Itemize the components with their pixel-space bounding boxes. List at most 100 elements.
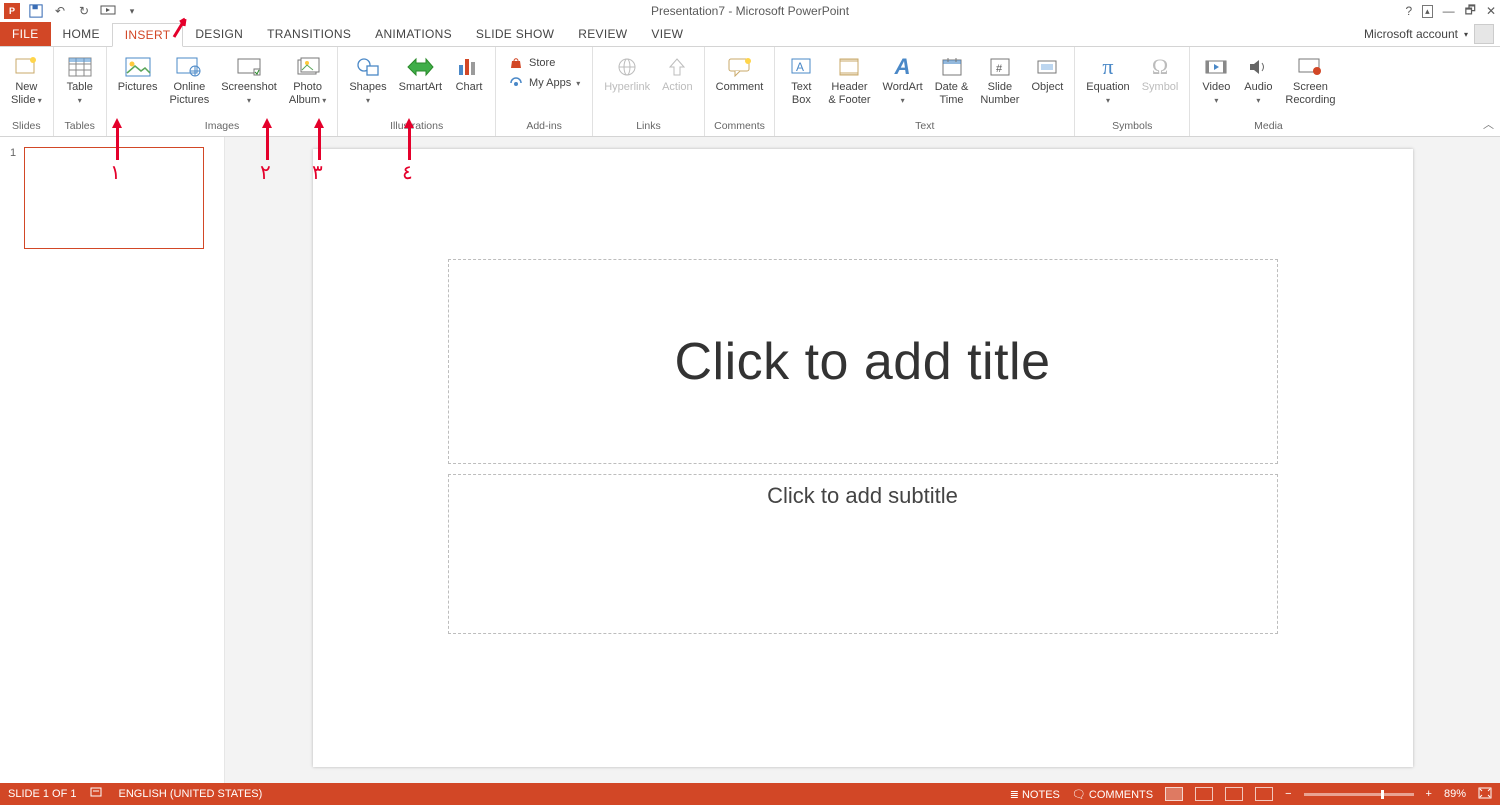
qat-customize-icon[interactable]: ▾ [124, 3, 140, 19]
audio-icon [1243, 53, 1273, 81]
header-footer-button[interactable]: Header & Footer [823, 51, 875, 120]
subtitle-placeholder[interactable]: Click to add subtitle [448, 474, 1278, 634]
slide[interactable]: Click to add title Click to add subtitle [313, 149, 1413, 767]
object-button[interactable]: Object [1026, 51, 1068, 120]
notes-button[interactable]: ≣ NOTES [1010, 788, 1060, 801]
tab-design[interactable]: DESIGN [183, 22, 255, 46]
audio-button[interactable]: Audio [1238, 51, 1278, 120]
powerpoint-logo-icon: P [4, 3, 20, 19]
zoom-in-icon[interactable]: + [1426, 788, 1432, 800]
restore-icon[interactable]: 🗗 [1465, 1, 1476, 22]
pictures-button[interactable]: Pictures [113, 51, 163, 120]
photo-album-button[interactable]: Photo Album [284, 51, 331, 120]
tab-slideshow[interactable]: SLIDE SHOW [464, 22, 566, 46]
video-button[interactable]: Video [1196, 51, 1236, 120]
close-icon[interactable]: ✕ [1486, 4, 1496, 18]
slide-thumbnail-panel: 1 [0, 137, 225, 783]
text-box-label: Text Box [791, 81, 811, 106]
text-box-button[interactable]: A Text Box [781, 51, 821, 120]
status-language[interactable]: ENGLISH (UNITED STATES) [118, 788, 262, 800]
tab-transitions[interactable]: TRANSITIONS [255, 22, 363, 46]
redo-icon[interactable]: ↻ [76, 3, 92, 19]
comments-button[interactable]: 🗨 COMMENTS [1072, 788, 1153, 801]
help-icon[interactable]: ? [1405, 4, 1412, 18]
group-links: Hyperlink Action Links [593, 47, 704, 136]
group-symbols-label: Symbols [1112, 120, 1152, 134]
table-button[interactable]: Table [60, 51, 100, 120]
video-icon [1201, 53, 1231, 81]
minimize-icon[interactable]: — [1443, 4, 1455, 18]
new-slide-icon [11, 53, 41, 81]
slide-thumbnail-1[interactable] [24, 147, 204, 249]
ribbon-display-options-icon[interactable]: ▴ [1422, 5, 1433, 18]
table-icon [65, 53, 95, 81]
slideshow-view-icon[interactable] [1255, 787, 1273, 801]
undo-icon[interactable]: ↶ [52, 3, 68, 19]
zoom-slider[interactable] [1304, 793, 1414, 796]
title-placeholder[interactable]: Click to add title [448, 259, 1278, 464]
ribbon-tabs: FILE HOME INSERT DESIGN TRANSITIONS ANIM… [0, 22, 1500, 47]
symbol-icon: Ω [1145, 53, 1175, 81]
equation-icon: π [1093, 53, 1123, 81]
zoom-out-icon[interactable]: − [1285, 788, 1291, 800]
action-button: Action [657, 51, 698, 120]
tab-review[interactable]: REVIEW [566, 22, 639, 46]
window-controls: ? ▴ — 🗗 ✕ [1405, 1, 1496, 22]
my-apps-button[interactable]: My Apps ▾ [508, 75, 580, 91]
online-pictures-label: Online Pictures [169, 81, 209, 106]
slide-number-button[interactable]: # Slide Number [975, 51, 1024, 120]
smartart-label: SmartArt [399, 81, 442, 94]
my-apps-label: My Apps [529, 77, 571, 89]
store-button[interactable]: Store [508, 55, 555, 71]
group-media-label: Media [1254, 120, 1283, 134]
group-images-label: Images [205, 120, 239, 134]
slideshow-from-beginning-icon[interactable] [100, 3, 116, 19]
spell-check-icon[interactable] [90, 787, 104, 802]
wordart-label: WordArt [883, 81, 923, 106]
group-illustrations-label: Illustrations [390, 120, 443, 134]
group-illustrations: Shapes SmartArt Chart Illustrations [338, 47, 496, 136]
tab-insert[interactable]: INSERT [112, 23, 184, 47]
wordart-button[interactable]: A WordArt [878, 51, 928, 120]
date-time-button[interactable]: Date & Time [930, 51, 974, 120]
online-pictures-button[interactable]: Online Pictures [164, 51, 214, 120]
tab-home[interactable]: HOME [51, 22, 112, 46]
status-slide-count[interactable]: SLIDE 1 OF 1 [8, 788, 76, 800]
group-symbols: π Equation Ω Symbol Symbols [1075, 47, 1190, 136]
comment-label: Comment [716, 81, 764, 94]
collapse-ribbon-icon[interactable]: ︿ [1483, 116, 1494, 132]
tab-file[interactable]: FILE [0, 22, 51, 46]
screen-recording-button[interactable]: Screen Recording [1280, 51, 1340, 120]
title-placeholder-text: Click to add title [674, 332, 1050, 392]
smartart-button[interactable]: SmartArt [394, 51, 447, 120]
date-time-icon [937, 53, 967, 81]
new-slide-button[interactable]: New Slide [6, 51, 47, 120]
chart-button[interactable]: Chart [449, 51, 489, 120]
thumbnail-number: 1 [10, 147, 24, 249]
window-title: Presentation7 - Microsoft PowerPoint [651, 4, 849, 18]
pictures-label: Pictures [118, 81, 158, 94]
group-text-label: Text [915, 120, 934, 134]
tab-animations[interactable]: ANIMATIONS [363, 22, 464, 46]
fit-to-window-icon[interactable] [1478, 787, 1492, 802]
text-box-icon: A [786, 53, 816, 81]
zoom-level[interactable]: 89% [1444, 788, 1466, 800]
object-label: Object [1031, 81, 1063, 94]
slide-sorter-view-icon[interactable] [1195, 787, 1213, 801]
store-icon [508, 55, 524, 71]
title-bar: P ↶ ↻ ▾ Presentation7 - Microsoft PowerP… [0, 0, 1500, 22]
shapes-button[interactable]: Shapes [344, 51, 391, 120]
store-label: Store [529, 57, 555, 69]
table-label: Table [67, 81, 93, 106]
comment-button[interactable]: Comment [711, 51, 769, 120]
save-icon[interactable] [28, 3, 44, 19]
tab-view[interactable]: VIEW [639, 22, 695, 46]
group-text: A Text Box Header & Footer A WordArt Dat… [775, 47, 1075, 136]
screenshot-button[interactable]: Screenshot [216, 51, 282, 120]
reading-view-icon[interactable] [1225, 787, 1243, 801]
equation-button[interactable]: π Equation [1081, 51, 1134, 120]
normal-view-icon[interactable] [1165, 787, 1183, 801]
symbol-label: Symbol [1142, 81, 1179, 94]
photo-album-icon [293, 53, 323, 81]
account-menu[interactable]: Microsoft account ▾ [1364, 22, 1500, 46]
